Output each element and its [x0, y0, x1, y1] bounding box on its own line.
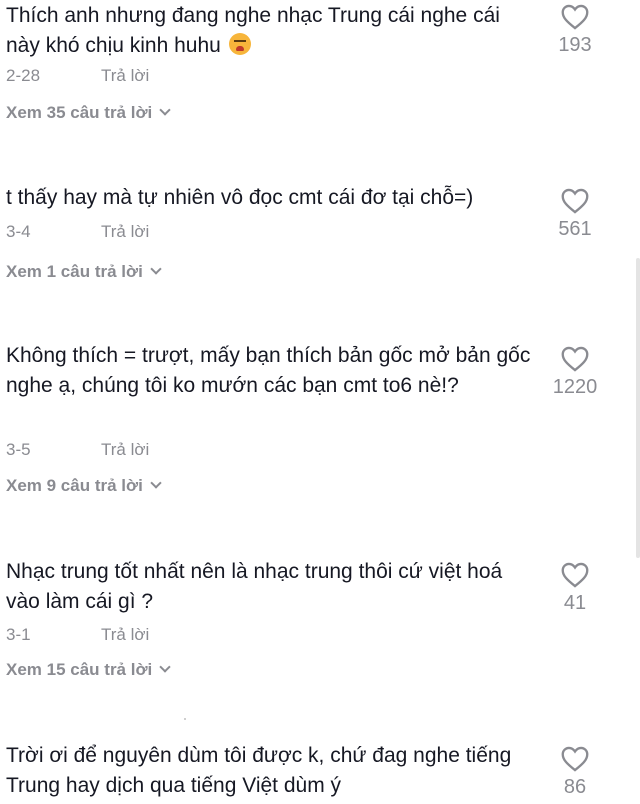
comment-text: Thích anh nhưng đang nghe nhạc Trung cái… — [6, 4, 500, 57]
like-button[interactable]: 561 — [530, 188, 620, 241]
view-replies-label: Xem 1 câu trả lời — [6, 262, 143, 281]
scrollbar[interactable] — [636, 258, 640, 558]
comment-meta: 3-1 Trả lời — [6, 625, 149, 645]
like-count: 193 — [558, 34, 592, 56]
weary-face-emoji-icon — [228, 33, 251, 55]
comment-meta: 2-28 Trả lời — [6, 66, 149, 86]
divider-dot — [184, 718, 186, 720]
view-replies-button[interactable]: Xem 1 câu trả lời — [6, 262, 162, 282]
reply-button[interactable]: Trả lời — [101, 440, 149, 460]
chevron-down-icon — [159, 661, 171, 673]
reply-button[interactable]: Trả lời — [101, 625, 149, 645]
chevron-down-icon — [159, 104, 171, 116]
reply-button[interactable]: Trả lời — [101, 66, 149, 86]
like-count: 1220 — [552, 376, 598, 398]
comment-text: Trời ơi để nguyên dùm tôi được k, chứ đa… — [6, 744, 512, 797]
heart-outline-icon — [561, 188, 589, 214]
comment-date: 2-28 — [6, 66, 41, 85]
reply-button[interactable]: Trả lời — [101, 222, 149, 242]
comment-text: Không thích = trượt, mấy bạn thích bản g… — [6, 344, 531, 397]
view-replies-label: Xem 35 câu trả lời — [6, 103, 153, 122]
like-button[interactable]: 41 — [530, 562, 620, 615]
comment-meta: 3-4 Trả lời — [6, 222, 149, 242]
like-count: 41 — [563, 592, 587, 614]
comment-meta: 3-5 Trả lời — [6, 440, 149, 460]
comment-list: Thích anh nhưng đang nghe nhạc Trung cái… — [0, 0, 640, 804]
heart-outline-icon — [561, 746, 589, 772]
heart-outline-icon — [561, 346, 589, 372]
like-count: 561 — [558, 218, 592, 240]
comment-text: t thấy hay mà tự nhiên vô đọc cmt cái đơ… — [6, 186, 474, 209]
heart-outline-icon — [561, 4, 589, 30]
view-replies-label: Xem 15 câu trả lời — [6, 660, 153, 679]
view-replies-button[interactable]: Xem 9 câu trả lời — [6, 476, 162, 496]
comment-text: Nhạc trung tốt nhất nên là nhạc trung th… — [6, 560, 503, 613]
view-replies-button[interactable]: Xem 15 câu trả lời — [6, 660, 171, 680]
comment-date: 3-1 — [6, 625, 31, 644]
chevron-down-icon — [150, 263, 162, 275]
like-count: 86 — [563, 776, 587, 798]
chevron-down-icon — [150, 477, 162, 489]
comment-date: 3-5 — [6, 440, 31, 459]
comment-date: 3-4 — [6, 222, 31, 241]
like-button[interactable]: 1220 — [530, 346, 620, 399]
view-replies-button[interactable]: Xem 35 câu trả lời — [6, 103, 171, 123]
like-button[interactable]: 86 — [530, 746, 620, 799]
heart-outline-icon — [561, 562, 589, 588]
view-replies-label: Xem 9 câu trả lời — [6, 476, 143, 495]
like-button[interactable]: 193 — [530, 4, 620, 57]
